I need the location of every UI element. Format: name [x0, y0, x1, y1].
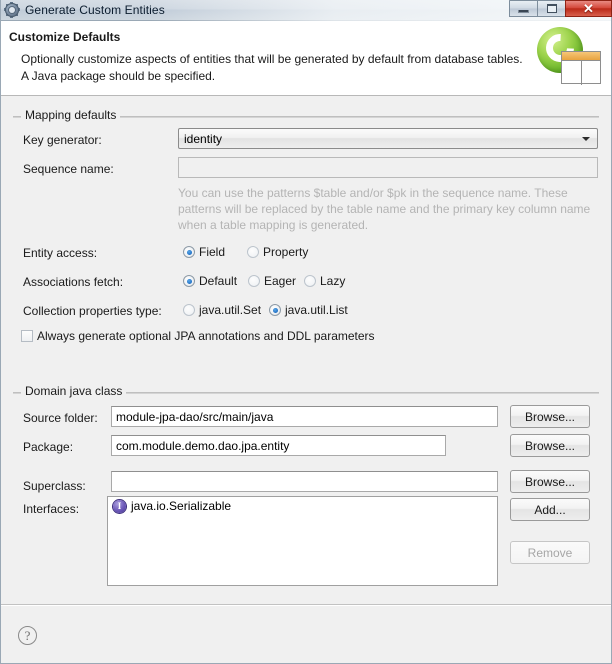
collection-properties-type-label: Collection properties type:: [23, 304, 162, 318]
sequence-name-input[interactable]: [178, 157, 598, 178]
maximize-button[interactable]: [537, 0, 565, 17]
window-controls: ✕: [509, 0, 612, 21]
database-entity-icon: [533, 25, 605, 91]
close-icon: ✕: [583, 1, 594, 16]
entity-access-label: Entity access:: [23, 246, 98, 260]
list-item[interactable]: java.io.Serializable: [108, 497, 497, 515]
associations-fetch-label: Associations fetch:: [23, 275, 124, 289]
radio-label: java.util.Set: [199, 303, 262, 317]
wizard-header: Customize Defaults Optionally customize …: [1, 21, 611, 96]
dialog-footer: ? < Back Next > Finish Cancel: [1, 604, 611, 663]
java-interface-icon: [113, 499, 126, 513]
interfaces-remove-button: Remove: [510, 541, 590, 564]
page-title: Customize Defaults: [9, 30, 121, 44]
source-folder-label: Source folder:: [23, 411, 98, 425]
radio-indicator: [304, 275, 316, 287]
radio-label: Eager: [264, 274, 297, 288]
radio-associations-fetch-lazy[interactable]: Lazy: [304, 274, 345, 288]
radio-indicator: [248, 275, 260, 287]
radio-collection-type-list[interactable]: java.util.List: [269, 303, 348, 317]
page-description: Optionally customize aspects of entities…: [21, 52, 523, 83]
superclass-label: Superclass:: [23, 479, 86, 493]
radio-indicator: [269, 304, 281, 316]
package-input[interactable]: com.module.demo.dao.jpa.entity: [111, 435, 446, 456]
dialog-body: Mapping defaults Key generator: identity…: [1, 96, 611, 604]
radio-label: Lazy: [320, 274, 346, 288]
radio-label: java.util.List: [285, 303, 348, 317]
radio-indicator: [183, 304, 195, 316]
source-folder-input[interactable]: module-jpa-dao/src/main/java: [111, 406, 498, 427]
interfaces-list[interactable]: java.io.Serializable: [107, 496, 498, 586]
sequence-name-hint: You can use the patterns $table and/or $…: [178, 186, 591, 232]
radio-associations-fetch-default[interactable]: Default: [183, 274, 237, 288]
key-generator-combo[interactable]: identity: [178, 128, 598, 149]
generate-custom-entities-dialog: Generate Custom Entities ✕ Customize Def…: [0, 0, 612, 664]
key-generator-label: Key generator:: [23, 133, 102, 147]
radio-indicator: [183, 275, 195, 287]
radio-entity-access-property[interactable]: Property: [247, 245, 308, 259]
checkbox-label: Always generate optional JPA annotations…: [37, 329, 375, 343]
checkbox-indicator: [21, 330, 33, 342]
minimize-button[interactable]: [509, 0, 537, 17]
radio-entity-access-field[interactable]: Field: [183, 245, 225, 259]
gear-icon: [4, 2, 20, 18]
maximize-icon: [546, 4, 557, 13]
sequence-name-label: Sequence name:: [23, 162, 114, 176]
radio-label: Property: [263, 245, 309, 259]
package-label: Package:: [23, 440, 74, 454]
radio-indicator: [183, 246, 195, 258]
domain-java-class-group-label: Domain java class: [21, 384, 127, 398]
window-title: Generate Custom Entities: [25, 3, 165, 17]
source-folder-value: module-jpa-dao/src/main/java: [116, 409, 274, 424]
mapping-defaults-group-label: Mapping defaults: [21, 108, 121, 122]
help-icon[interactable]: ?: [18, 626, 37, 645]
close-button[interactable]: ✕: [565, 0, 612, 17]
package-browse-button[interactable]: Browse...: [510, 434, 590, 457]
interfaces-label: Interfaces:: [23, 502, 80, 516]
radio-label: Default: [199, 274, 238, 288]
superclass-input[interactable]: [111, 471, 498, 492]
checkbox-always-generate-jpa-annotations[interactable]: Always generate optional JPA annotations…: [21, 329, 375, 343]
footer-separator: [1, 605, 611, 606]
chevron-down-icon: [582, 136, 590, 141]
title-bar: Generate Custom Entities ✕: [0, 0, 612, 21]
minimize-icon: [518, 10, 529, 13]
key-generator-value: identity: [184, 131, 223, 146]
radio-associations-fetch-eager[interactable]: Eager: [248, 274, 296, 288]
radio-label: Field: [199, 245, 226, 259]
list-item-label: java.io.Serializable: [131, 499, 232, 513]
source-folder-browse-button[interactable]: Browse...: [510, 405, 590, 428]
superclass-browse-button[interactable]: Browse...: [510, 470, 590, 493]
package-value: com.module.demo.dao.jpa.entity: [116, 438, 290, 453]
interfaces-add-button[interactable]: Add...: [510, 498, 590, 521]
radio-indicator: [247, 246, 259, 258]
radio-collection-type-set[interactable]: java.util.Set: [183, 303, 261, 317]
